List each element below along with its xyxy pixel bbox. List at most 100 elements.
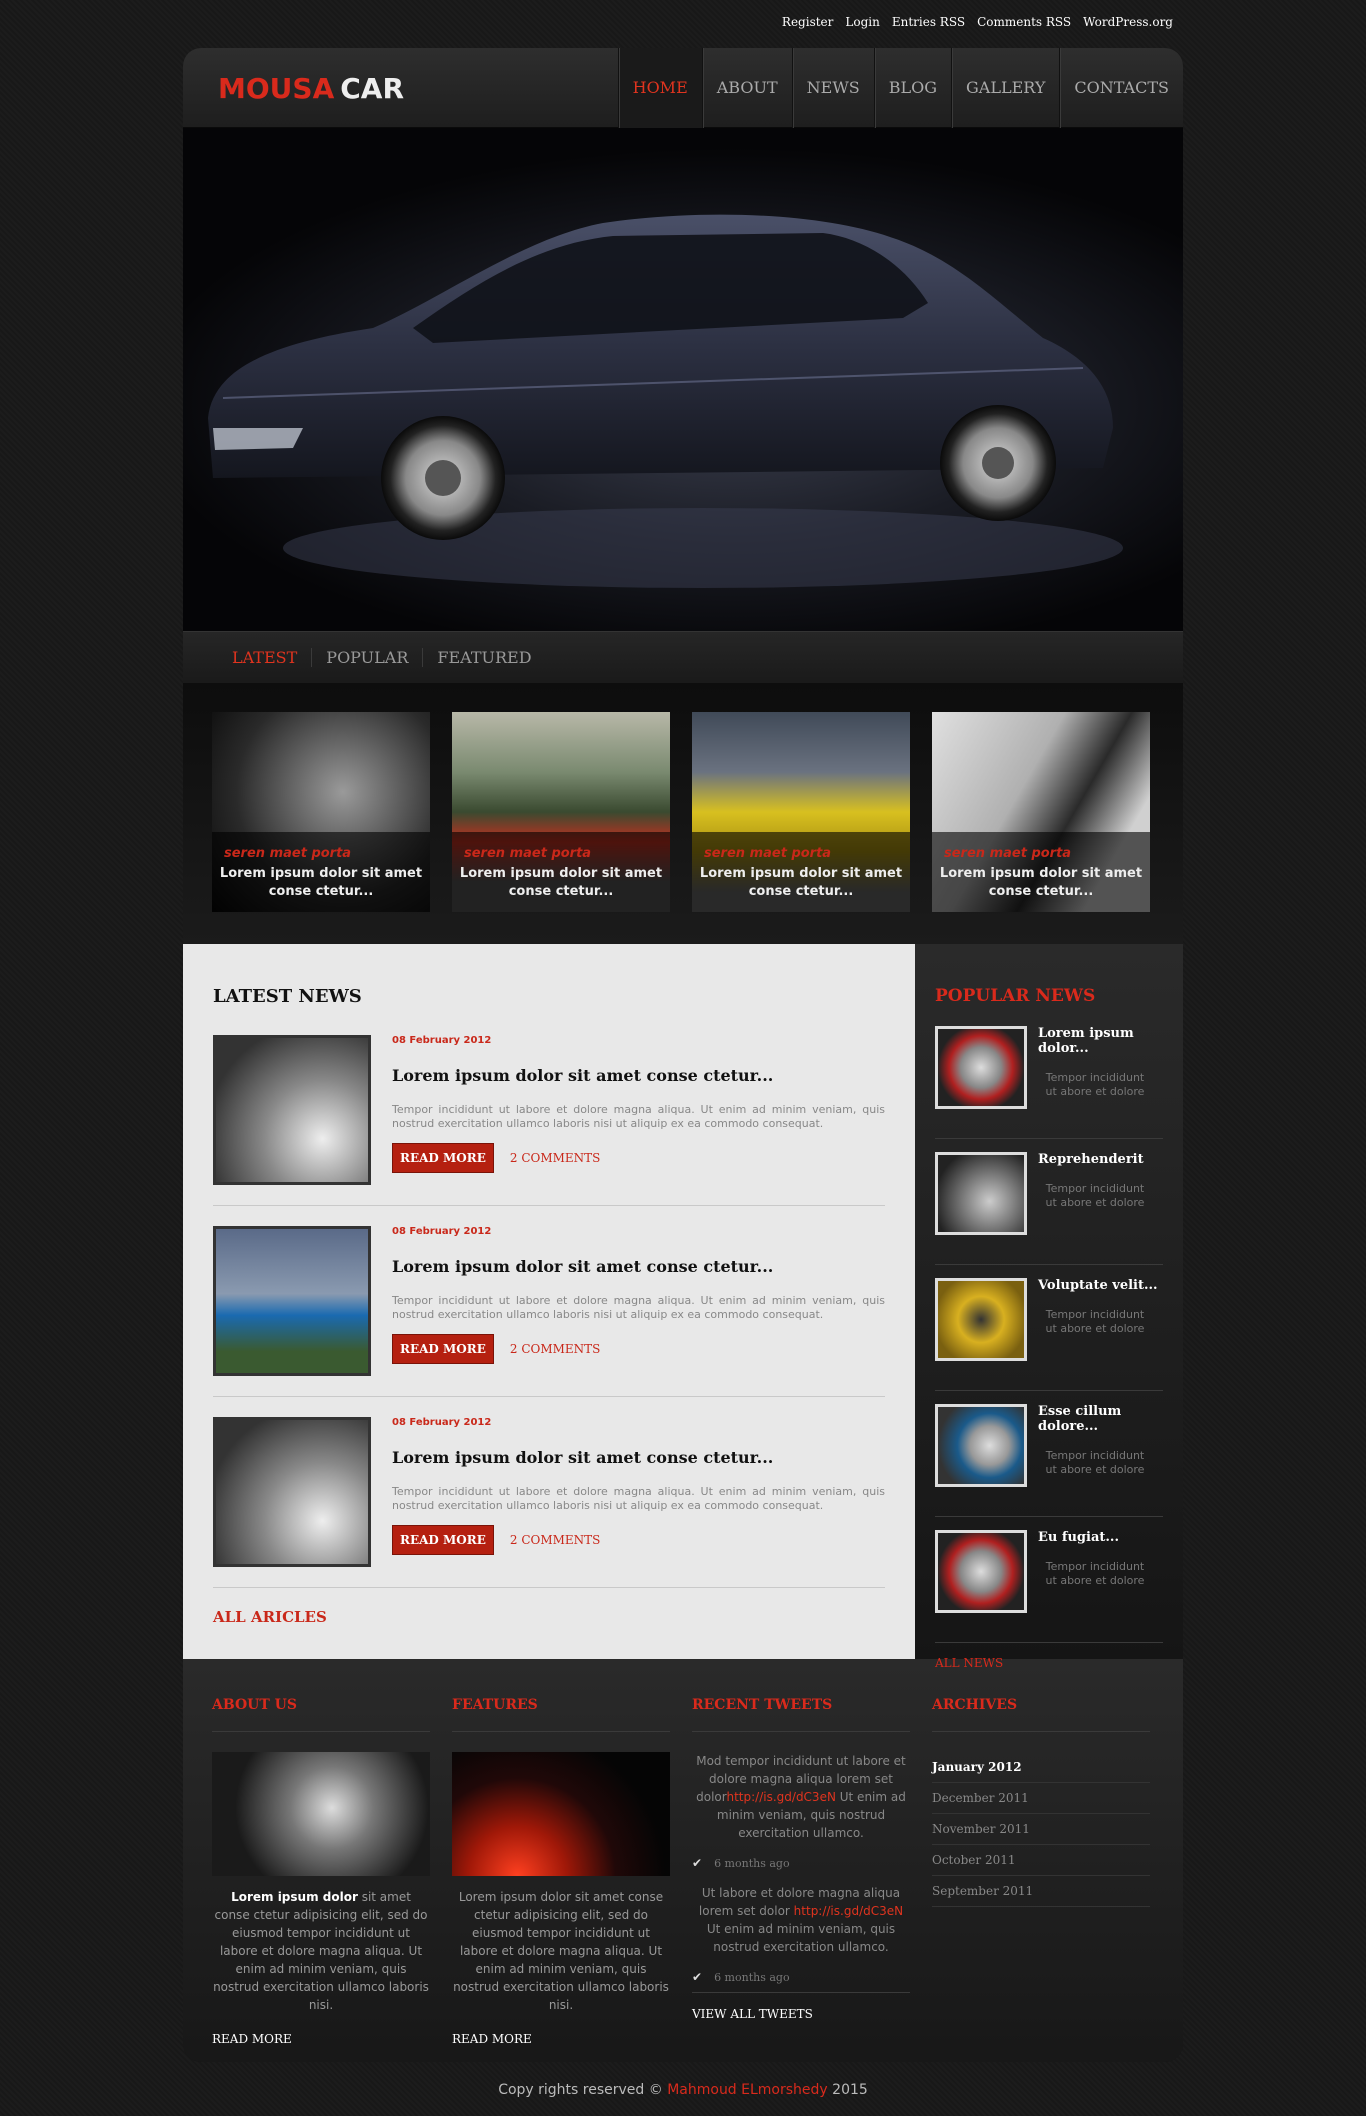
read-more-button[interactable]: READ MORE <box>392 1525 494 1555</box>
tweet-link[interactable]: http://is.gd/dC3eN <box>727 1790 836 1804</box>
page-shell: MOUSA CAR HOME ABOUT NEWS BLOG GALLERY CO… <box>183 48 1183 2062</box>
archive-link[interactable]: January 2012 <box>932 1752 1150 1783</box>
article-title[interactable]: Lorem ipsum dolor sit amet conse ctetur.… <box>392 1448 885 1467</box>
view-all-tweets-link[interactable]: VIEW ALL TWEETS <box>692 2007 910 2021</box>
comments-link[interactable]: 2 COMMENTS <box>510 1151 601 1165</box>
login-link[interactable]: Login <box>845 15 879 29</box>
twitter-bird-icon: ✔ <box>692 1856 703 1870</box>
popular-item-title[interactable]: Voluptate velit... <box>1038 1278 1158 1293</box>
hero-banner <box>183 128 1183 631</box>
all-articles-link[interactable]: ALL ARICLES <box>213 1608 885 1626</box>
tweet-meta: ✔ 6 months ago <box>692 1970 910 1993</box>
news-article: 08 February 2012 Lorem ipsum dolor sit a… <box>213 1226 885 1397</box>
author-name[interactable]: Mahmoud ELmorshedy <box>667 2082 828 2098</box>
tab-popular[interactable]: POPULAR <box>311 648 422 667</box>
popular-item-image <box>935 1152 1027 1235</box>
tab-featured[interactable]: FEATURED <box>422 648 545 667</box>
wordpress-link[interactable]: WordPress.org <box>1083 15 1173 29</box>
speedometer-image <box>452 1752 670 1876</box>
recent-tweets-widget: RECENT TWEETS Mod tempor incididunt ut l… <box>692 1697 910 2062</box>
popular-item-sub: Tempor incididunt ut abore et dolore <box>1045 1308 1145 1335</box>
tab-latest[interactable]: LATEST <box>218 648 311 667</box>
popular-news-heading: POPULAR NEWS <box>935 986 1096 1006</box>
article-excerpt: Tempor incididunt ut labore et dolore ma… <box>392 1103 885 1130</box>
tweet-meta: ✔ 6 months ago <box>692 1856 790 1870</box>
about-us-widget: ABOUT US Lorem ipsum dolor sit amet cons… <box>212 1697 430 2062</box>
tweet-link[interactable]: http://is.gd/dC3eN <box>794 1904 903 1918</box>
popular-item[interactable]: Voluptate velit... Tempor incididunt ut a… <box>935 1278 1163 1391</box>
article-excerpt: Tempor incididunt ut labore et dolore ma… <box>392 1294 885 1321</box>
article-date: 08 February 2012 <box>392 1226 492 1237</box>
tweet-text: Mod tempor incididunt ut labore et dolor… <box>696 1754 906 1840</box>
news-article: 08 February 2012 Lorem ipsum dolor sit a… <box>213 1417 885 1588</box>
features-read-more-link[interactable]: READ MORE <box>452 2032 670 2046</box>
thumbnail-card[interactable]: seren maet porta Lorem ipsum dolor sit a… <box>932 712 1150 912</box>
register-link[interactable]: Register <box>782 15 833 29</box>
thumbnail-card[interactable]: seren maet porta Lorem ipsum dolor sit a… <box>692 712 910 912</box>
read-more-button[interactable]: READ MORE <box>392 1334 494 1364</box>
comments-link[interactable]: 2 COMMENTS <box>510 1533 601 1547</box>
nav-home[interactable]: HOME <box>617 48 702 128</box>
nav-about[interactable]: ABOUT <box>701 48 792 128</box>
thumbnail-caption: seren maet porta Lorem ipsum dolor sit a… <box>452 832 670 912</box>
recent-tweets-heading: RECENT TWEETS <box>692 1697 910 1732</box>
popular-item-sub: Tempor incididunt ut abore et dolore <box>1045 1182 1145 1209</box>
about-read-more-link[interactable]: READ MORE <box>212 2032 430 2046</box>
popular-item-image <box>935 1404 1027 1487</box>
features-widget: FEATURES Lorem ipsum dolor sit amet cons… <box>452 1697 670 2062</box>
nav-gallery[interactable]: GALLERY <box>951 48 1059 128</box>
article-image[interactable] <box>213 1226 371 1376</box>
content-tabs: LATEST POPULAR FEATURED <box>183 631 1183 683</box>
article-excerpt: Tempor incididunt ut labore et dolore ma… <box>392 1485 885 1512</box>
popular-item-title[interactable]: Esse cillum dolore... <box>1038 1404 1163 1434</box>
comments-rss-link[interactable]: Comments RSS <box>977 15 1071 29</box>
top-links: Register Login Entries RSS Comments RSS … <box>782 15 1173 29</box>
news-article: 08 February 2012 Lorem ipsum dolor sit a… <box>213 1035 885 1206</box>
nav-blog[interactable]: BLOG <box>873 48 951 128</box>
article-date: 08 February 2012 <box>392 1035 492 1046</box>
comments-link[interactable]: 2 COMMENTS <box>510 1342 601 1356</box>
popular-news-section: POPULAR NEWS Lorem ipsum dolor... Tempor … <box>915 944 1183 1670</box>
thumbnail-card[interactable]: seren maet porta Lorem ipsum dolor sit a… <box>452 712 670 912</box>
all-news-link[interactable]: ALL NEWS <box>935 1656 1163 1670</box>
archive-link[interactable]: October 2011 <box>932 1845 1150 1876</box>
header: MOUSA CAR HOME ABOUT NEWS BLOG GALLERY CO… <box>183 48 1183 128</box>
article-title[interactable]: Lorem ipsum dolor sit amet conse ctetur.… <box>392 1066 885 1085</box>
popular-item-sub: Tempor incididunt ut abore et dolore <box>1045 1449 1145 1476</box>
thumbnail-caption: seren maet porta Lorem ipsum dolor sit a… <box>692 832 910 912</box>
popular-item-sub: Tempor incididunt ut abore et dolore <box>1045 1071 1145 1098</box>
nav-contacts[interactable]: CONTACTS <box>1059 48 1183 128</box>
popular-item[interactable]: Esse cillum dolore... Tempor incididunt u… <box>935 1404 1163 1517</box>
popular-item-image <box>935 1278 1027 1361</box>
archive-link[interactable]: November 2011 <box>932 1814 1150 1845</box>
thumbnail-caption: seren maet porta Lorem ipsum dolor sit a… <box>932 832 1150 912</box>
archives-heading: ARCHIVES <box>932 1697 1150 1732</box>
archives-widget: ARCHIVES January 2012 December 2011 Nove… <box>932 1697 1150 2062</box>
article-image[interactable] <box>213 1417 371 1567</box>
article-image[interactable] <box>213 1035 371 1185</box>
archive-link[interactable]: September 2011 <box>932 1876 1150 1907</box>
logo[interactable]: MOUSA CAR <box>218 72 404 105</box>
article-title[interactable]: Lorem ipsum dolor sit amet conse ctetur.… <box>392 1257 885 1276</box>
popular-item-image <box>935 1026 1027 1109</box>
main-content: LATEST NEWS 08 February 2012 Lorem ipsum… <box>183 944 1183 1670</box>
latest-news-section: LATEST NEWS 08 February 2012 Lorem ipsum… <box>183 944 915 1659</box>
popular-item-title[interactable]: Lorem ipsum dolor... <box>1038 1026 1163 1056</box>
footer-widgets: ABOUT US Lorem ipsum dolor sit amet cons… <box>183 1659 1183 2062</box>
about-us-image <box>212 1752 430 1876</box>
read-more-button[interactable]: READ MORE <box>392 1143 494 1173</box>
archive-link[interactable]: December 2011 <box>932 1783 1150 1814</box>
popular-item-title[interactable]: Eu fugiat... <box>1038 1530 1150 1545</box>
tweet-text: Ut labore et dolore magna aliqua lorem s… <box>698 1886 904 1954</box>
entries-rss-link[interactable]: Entries RSS <box>892 15 965 29</box>
popular-item[interactable]: Eu fugiat... Tempor incididunt ut abore e… <box>935 1530 1163 1643</box>
article-date: 08 February 2012 <box>392 1417 492 1428</box>
thumbnail-card[interactable]: seren maet porta Lorem ipsum dolor sit a… <box>212 712 430 912</box>
popular-item-title[interactable]: Reprehenderit <box>1038 1152 1150 1167</box>
thumbnail-caption: seren maet porta Lorem ipsum dolor sit a… <box>212 832 430 912</box>
nav-news[interactable]: NEWS <box>791 48 874 128</box>
main-nav: HOME ABOUT NEWS BLOG GALLERY CONTACTS <box>617 48 1183 128</box>
popular-item-image <box>935 1530 1027 1613</box>
popular-item[interactable]: Lorem ipsum dolor... Tempor incididunt ut… <box>935 1026 1163 1139</box>
popular-item[interactable]: Reprehenderit Tempor incididunt ut abore … <box>935 1152 1163 1265</box>
